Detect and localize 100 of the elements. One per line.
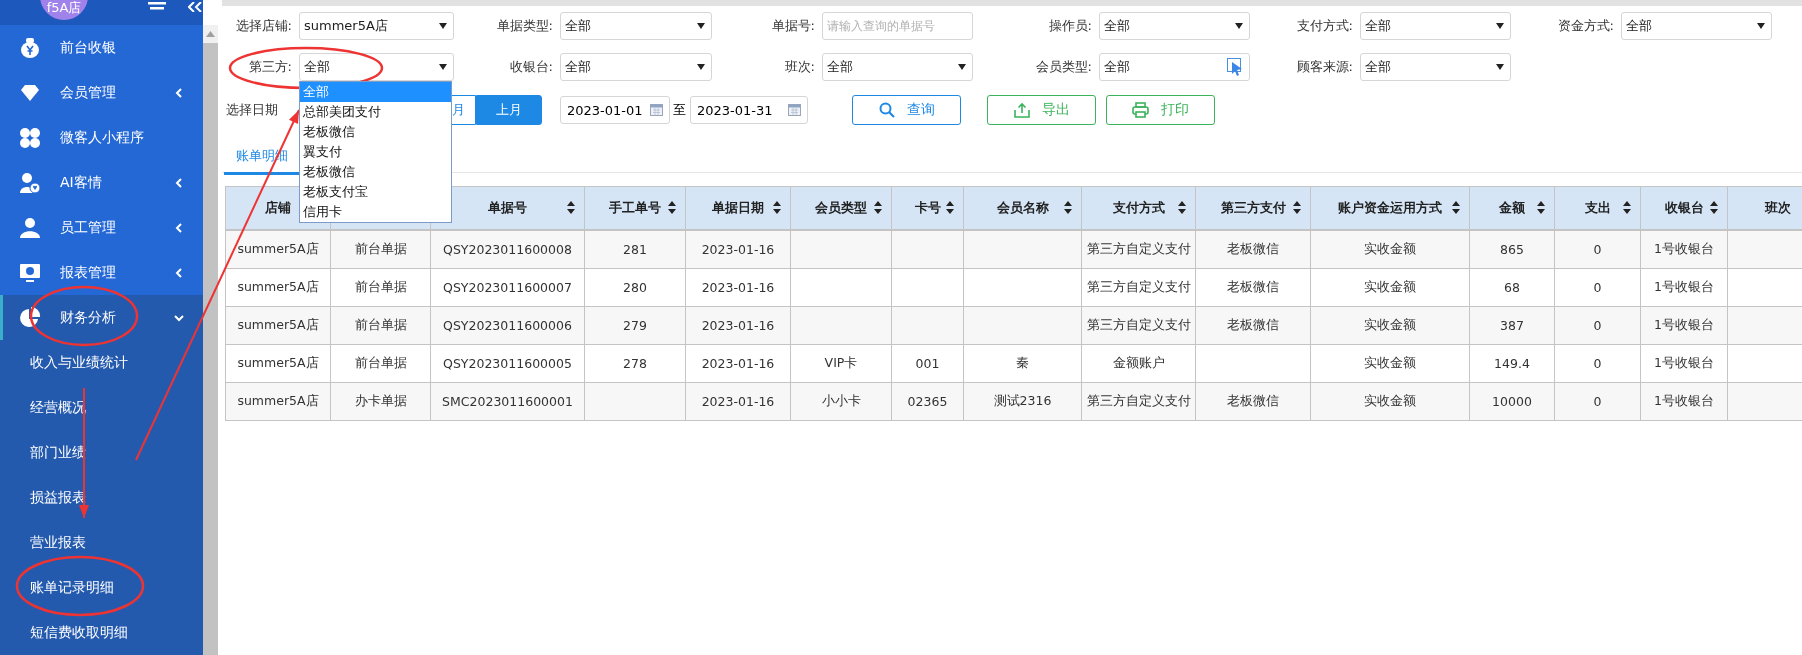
column-header[interactable]: 支付方式 — [1112, 199, 1165, 215]
table-cell: 第三方自定义支付 — [1081, 230, 1196, 269]
sort-icon[interactable] — [1293, 201, 1301, 214]
table-cell: summer5A店 — [225, 344, 331, 383]
sort-icon[interactable] — [773, 201, 781, 214]
monitor-icon — [19, 261, 41, 284]
table-cell: summer5A店 — [225, 230, 331, 269]
table-cell: 实收金额 — [1310, 230, 1470, 269]
search-field[interactable]: 请输入查询的单据号 — [822, 12, 973, 40]
printer-icon — [1132, 102, 1149, 118]
table-cell: 老板微信 — [1195, 382, 1311, 421]
column-header[interactable]: 支出 — [1584, 199, 1611, 215]
column-header[interactable]: 会员类型 — [815, 199, 867, 215]
scrollbar[interactable] — [203, 25, 218, 655]
column-header[interactable]: 单据号 — [488, 199, 527, 215]
dropdown-select[interactable]: 全部 — [560, 12, 712, 40]
collapse-icon[interactable] — [188, 2, 202, 12]
field-label: 会员类型: — [1034, 58, 1093, 76]
dropdown-select[interactable]: 全部 — [1621, 12, 1772, 40]
table-cell: 68 — [1469, 268, 1555, 307]
submenu-item[interactable]: 营业报表 — [0, 520, 203, 565]
date-field[interactable]: 2023-01-01 — [560, 96, 670, 124]
table-cell: 001 — [891, 344, 964, 383]
table-cell: 前台单据 — [330, 344, 431, 383]
search-icon — [878, 102, 895, 118]
submenu-item[interactable]: 短信费收取明细 — [0, 610, 203, 655]
table-cell: 10000 — [1469, 382, 1555, 421]
sort-icon[interactable] — [1537, 201, 1545, 214]
dropdown-select[interactable]: summer5A店 — [299, 12, 454, 40]
dropdown-option[interactable]: 老板微信 — [300, 162, 451, 182]
table-cell: 278 — [584, 344, 686, 383]
submenu-item[interactable]: 账单记录明细 — [0, 565, 203, 610]
table-cell: 金额账户 — [1081, 344, 1196, 383]
sort-icon[interactable] — [1623, 201, 1631, 214]
column-header[interactable]: 金额 — [1499, 199, 1525, 215]
caret-icon — [1496, 64, 1504, 70]
column-header[interactable]: 收银台 — [1664, 199, 1704, 215]
chevron-left-icon — [173, 266, 185, 279]
sort-icon[interactable] — [1064, 201, 1072, 214]
money-bag-icon — [19, 36, 41, 59]
table-cell: 老板微信 — [1195, 268, 1311, 307]
dropdown-select[interactable]: 全部 — [560, 53, 712, 81]
dropdown-option[interactable]: 总部美团支付 — [300, 102, 451, 122]
four-leaf-icon — [19, 126, 41, 149]
dropdown-select[interactable]: 全部 — [1099, 12, 1250, 40]
sort-icon[interactable] — [567, 201, 575, 214]
table-cell: 1号收银台 — [1640, 268, 1728, 307]
column-header[interactable]: 班次 — [1764, 199, 1791, 215]
table-cell: summer5A店 — [225, 382, 331, 421]
sidebar-item[interactable]: 会员管理 — [0, 70, 203, 115]
dropdown-select[interactable]: 全部 — [822, 53, 973, 81]
sort-icon[interactable] — [874, 201, 882, 214]
sort-icon[interactable] — [668, 201, 676, 214]
table-cell: 第三方自定义支付 — [1081, 382, 1196, 421]
caret-icon — [1757, 23, 1765, 29]
sort-icon[interactable] — [1452, 201, 1460, 214]
column-header[interactable]: 店铺 — [265, 199, 291, 215]
sidebar-item[interactable]: 前台收银 — [0, 25, 203, 70]
field-label: 选择店铺: — [234, 17, 293, 35]
sidebar-item[interactable]: 财务分析 — [0, 295, 203, 340]
sidebar-item[interactable]: 员工管理 — [0, 205, 203, 250]
pie-chart-icon — [19, 306, 41, 329]
field-label: 单据类型: — [495, 17, 554, 35]
column-header[interactable]: 单据日期 — [712, 199, 764, 215]
table-cell: summer5A店 — [225, 306, 331, 345]
table-cell: 前台单据 — [330, 230, 431, 269]
dropdown-select[interactable]: 全部 — [1360, 53, 1511, 81]
sidebar-item[interactable]: 微客人小程序 — [0, 115, 203, 160]
column-header[interactable]: 手工单号 — [609, 199, 661, 215]
table-cell: 281 — [584, 230, 686, 269]
caret-icon — [697, 23, 705, 29]
dropdown-select[interactable]: 全部 — [1360, 12, 1511, 40]
column-header[interactable]: 会员名称 — [996, 199, 1049, 215]
table-cell: QSY2023011600005 — [430, 344, 585, 383]
table-cell: QSY2023011600007 — [430, 268, 585, 307]
table-cell: 149.4 — [1469, 344, 1555, 383]
dropdown-select[interactable]: 全部 — [1099, 53, 1250, 81]
submenu-item[interactable]: 收入与业绩统计 — [0, 340, 203, 385]
range-separator: 至 — [673, 101, 686, 119]
query-button[interactable]: 查询 — [852, 95, 961, 125]
date-preset-button[interactable]: 上月 — [476, 95, 542, 125]
dropdown-select[interactable]: 全部 — [299, 53, 454, 81]
menu-icon[interactable] — [148, 2, 166, 12]
dropdown-option[interactable]: 老板支付宝 — [300, 182, 451, 202]
table-cell: 老板微信 — [1195, 230, 1311, 269]
date-field[interactable]: 2023-01-31 — [690, 96, 808, 124]
caret-icon — [958, 64, 966, 70]
sidebar-item[interactable]: AI客情 — [0, 160, 203, 205]
dropdown-option[interactable]: 信用卡 — [300, 202, 451, 222]
dropdown-option[interactable]: 翼支付 — [300, 142, 451, 162]
table-cell: 测试2316 — [963, 382, 1082, 421]
table-cell: QSY2023011600008 — [430, 230, 585, 269]
sidebar-item[interactable]: 报表管理 — [0, 250, 203, 295]
dropdown-option[interactable]: 老板微信 — [300, 122, 451, 142]
sort-icon[interactable] — [1178, 201, 1186, 214]
table-cell: QSY2023011600006 — [430, 306, 585, 345]
sort-icon[interactable] — [946, 201, 954, 214]
table-cell: VIP卡 — [790, 344, 892, 383]
column-header[interactable]: 卡号 — [914, 199, 941, 215]
sort-icon[interactable] — [1710, 201, 1718, 214]
